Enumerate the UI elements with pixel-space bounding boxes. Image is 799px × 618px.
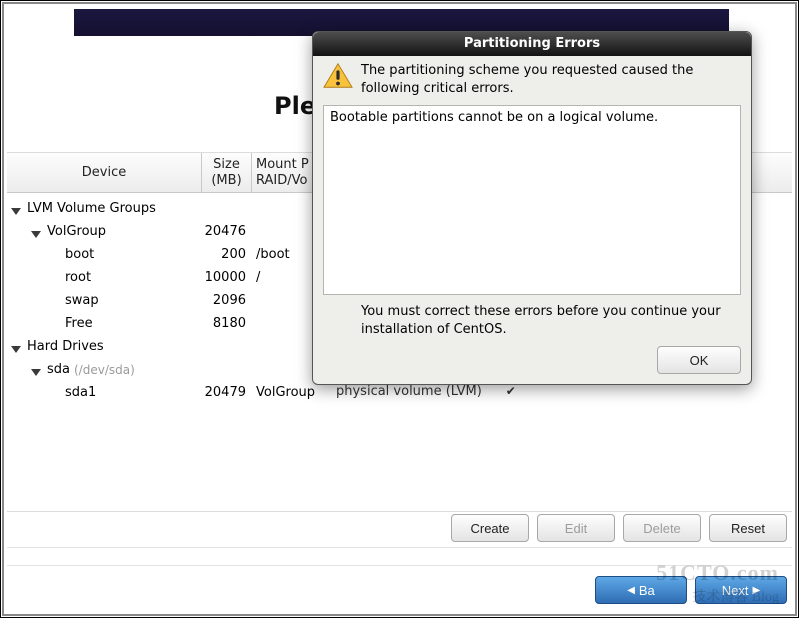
chevron-down-icon[interactable] xyxy=(31,365,45,375)
col-header-size[interactable]: Size (MB) xyxy=(202,153,252,192)
col-header-mount[interactable]: Mount P RAID/Vo xyxy=(252,153,314,192)
warning-icon xyxy=(323,62,353,90)
type-label-partial: physical volume (LVM)✔ xyxy=(336,384,516,399)
page-title-partial: Ple xyxy=(274,92,316,120)
create-button[interactable]: Create xyxy=(451,514,529,542)
separator xyxy=(7,565,792,566)
dialog-message: The partitioning scheme you requested ca… xyxy=(361,62,741,97)
error-list[interactable]: Bootable partitions cannot be on a logic… xyxy=(323,105,741,295)
chevron-down-icon[interactable] xyxy=(11,204,25,214)
delete-button: Delete xyxy=(623,514,701,542)
separator xyxy=(7,547,792,548)
error-item: Bootable partitions cannot be on a logic… xyxy=(330,110,734,125)
reset-button[interactable]: Reset xyxy=(709,514,787,542)
partitioning-errors-dialog: Partitioning Errors The partitioning sch… xyxy=(312,31,752,385)
ok-button[interactable]: OK xyxy=(657,346,741,374)
next-button[interactable]: Next xyxy=(695,576,787,604)
dialog-title[interactable]: Partitioning Errors xyxy=(313,32,751,56)
chevron-down-icon[interactable] xyxy=(31,227,45,237)
chevron-down-icon[interactable] xyxy=(11,342,25,352)
check-icon: ✔ xyxy=(506,384,516,398)
back-button[interactable]: Ba xyxy=(595,576,687,604)
col-header-device[interactable]: Device xyxy=(7,153,202,192)
dialog-note: You must correct these errors before you… xyxy=(323,303,741,338)
edit-button: Edit xyxy=(537,514,615,542)
